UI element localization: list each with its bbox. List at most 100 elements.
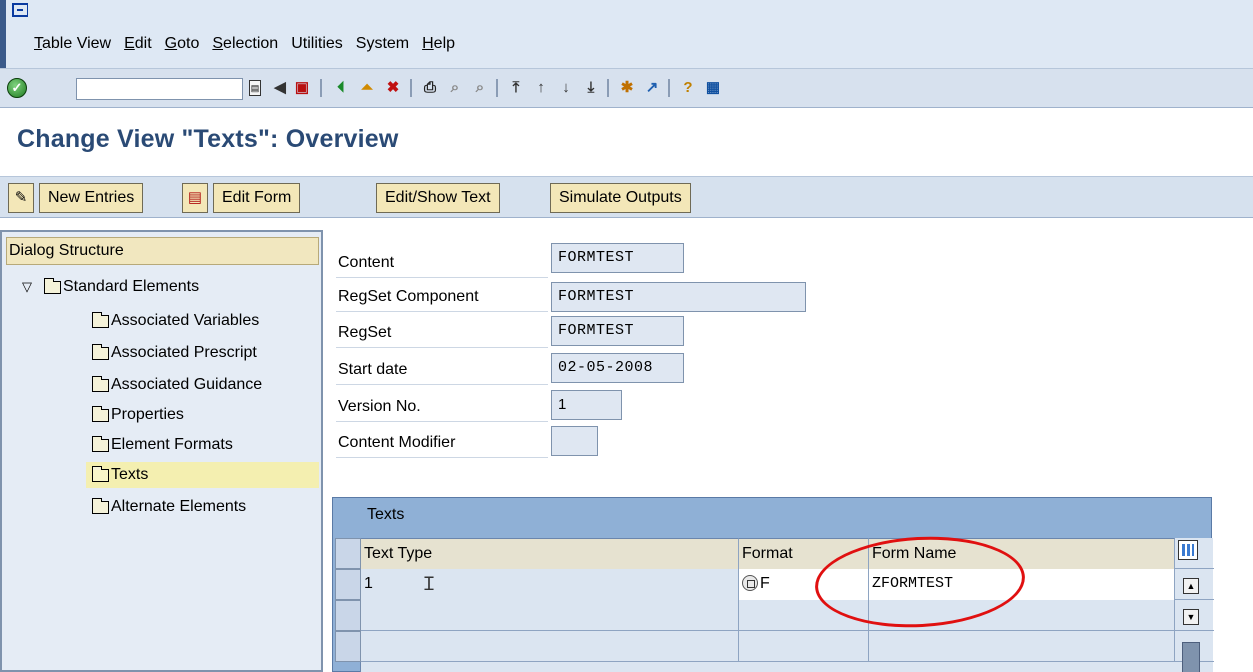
start-date-label: Start date: [336, 355, 548, 385]
text-type-cell[interactable]: 1: [361, 569, 739, 600]
tree-node-element-formats[interactable]: Element Formats: [92, 432, 233, 458]
tree-node-texts[interactable]: Texts: [86, 462, 319, 488]
menu-goto[interactable]: Goto: [165, 35, 209, 53]
row-selector[interactable]: [335, 631, 361, 662]
text-cursor-icon: Ｉ: [420, 574, 438, 594]
tree-node-label: Texts: [111, 466, 149, 483]
regset-component-field: FORMTEST: [551, 282, 806, 312]
tree-node-label: Properties: [111, 406, 184, 423]
shortcut-icon[interactable]: ↗: [642, 78, 662, 98]
format-value: F: [760, 575, 770, 592]
vertical-scrollbar[interactable]: [1182, 642, 1200, 672]
column-header-format[interactable]: Format: [739, 538, 869, 569]
scroll-up-icon[interactable]: ▲: [1183, 578, 1199, 594]
table-row: [335, 631, 1214, 662]
system-menu-icon[interactable]: [12, 3, 28, 17]
application-toolbar: ✎ New Entries ▤ Edit Form Edit/Show Text…: [0, 176, 1253, 218]
find-next-icon[interactable]: ⌕: [470, 78, 490, 98]
new-entries-button[interactable]: New Entries: [39, 183, 144, 213]
tree-node-label: Alternate Elements: [111, 498, 247, 515]
dialog-structure-header: Dialog Structure: [6, 237, 319, 265]
first-page-icon[interactable]: ⤒: [506, 78, 526, 98]
tree-node-label: Standard Elements: [63, 278, 200, 295]
next-page-icon[interactable]: ↓: [556, 78, 576, 98]
texts-table-control: Texts Text Type Format Form Name 1 F ZFO…: [332, 497, 1214, 672]
text-type-cell[interactable]: [361, 631, 739, 662]
menu-table-view[interactable]: Table View: [34, 35, 120, 53]
tree-node-associated-prescript[interactable]: Associated Prescript: [92, 340, 257, 366]
format-cell[interactable]: [739, 631, 869, 662]
back-arrow-icon[interactable]: ◀: [270, 78, 290, 98]
last-page-icon[interactable]: ⤓: [581, 78, 601, 98]
dialog-structure-panel: Dialog Structure ▽ Standard Elements Ass…: [0, 230, 323, 672]
tree-node-label: Associated Variables: [111, 312, 260, 329]
print-icon[interactable]: ⎙: [420, 78, 440, 98]
regset-field: FORMTEST: [551, 316, 684, 346]
format-help-icon[interactable]: [742, 574, 758, 591]
collapse-triangle-icon[interactable]: ▽: [22, 274, 36, 300]
command-field[interactable]: [76, 78, 243, 100]
menu-area: Table View Edit Goto Selection Utilities…: [0, 0, 1253, 68]
menu-bar: Table View Edit Goto Selection Utilities…: [34, 35, 468, 53]
folder-icon: [44, 277, 61, 294]
column-header-text-type[interactable]: Text Type: [361, 538, 739, 569]
edit-show-text-button[interactable]: Edit/Show Text: [376, 183, 500, 213]
content-field: FORMTEST: [551, 243, 684, 273]
form-name-cell[interactable]: ZFORMTEST: [869, 569, 1175, 600]
tree-node-associated-variables[interactable]: Associated Variables: [92, 308, 259, 334]
command-history-icon[interactable]: ▤: [249, 80, 261, 96]
content-label: Content: [336, 248, 548, 278]
version-no-label: Version No.: [336, 392, 548, 422]
tree-node-standard-elements[interactable]: ▽ Standard Elements: [22, 274, 199, 300]
select-all-selector[interactable]: [335, 538, 361, 569]
table-header-row: Text Type Format Form Name: [335, 538, 1214, 569]
menu-help[interactable]: Help: [422, 35, 464, 53]
exit-icon[interactable]: ⏶: [357, 78, 377, 98]
delete-icon[interactable]: ▤: [182, 183, 208, 213]
row-selector[interactable]: [335, 569, 361, 600]
display-change-icon[interactable]: ✎: [8, 183, 34, 213]
text-type-value: 1: [364, 575, 373, 592]
enter-check-icon[interactable]: ✓: [7, 78, 27, 98]
find-icon[interactable]: ⌕: [445, 78, 465, 98]
toolbar-separator: [607, 79, 609, 97]
toolbar-separator: [668, 79, 670, 97]
column-configuration-icon[interactable]: [1178, 540, 1198, 560]
menu-selection[interactable]: Selection: [212, 35, 287, 53]
scroll-down-icon[interactable]: ▼: [1183, 609, 1199, 625]
layout-menu-icon[interactable]: ▦: [703, 78, 723, 98]
form-name-cell[interactable]: [869, 600, 1175, 631]
version-no-field: 1: [551, 390, 622, 420]
tree-node-properties[interactable]: Properties: [92, 402, 184, 428]
previous-page-icon[interactable]: ↑: [531, 78, 551, 98]
toolbar-separator: [320, 79, 322, 97]
page-title: Change View "Texts": Overview: [17, 125, 399, 153]
tree-node-label: Associated Guidance: [111, 376, 263, 393]
regset-component-label: RegSet Component: [336, 282, 548, 312]
menu-edit[interactable]: Edit: [124, 35, 161, 53]
simulate-outputs-button[interactable]: Simulate Outputs: [550, 183, 691, 213]
form-name-cell[interactable]: [869, 631, 1175, 662]
menu-system[interactable]: System: [356, 35, 418, 53]
cancel-icon[interactable]: ✖: [383, 78, 403, 98]
menu-utilities[interactable]: Utilities: [291, 35, 352, 53]
folder-icon: [92, 435, 109, 452]
help-icon[interactable]: ?: [678, 78, 698, 98]
format-cell[interactable]: F: [739, 569, 869, 600]
table-row: [335, 600, 1214, 631]
tree-node-associated-guidance[interactable]: Associated Guidance: [92, 372, 262, 398]
folder-icon: [92, 405, 109, 422]
column-header-form-name[interactable]: Form Name: [869, 538, 1175, 569]
tree-node-alternate-elements[interactable]: Alternate Elements: [92, 494, 246, 520]
edit-form-button[interactable]: Edit Form: [213, 183, 301, 213]
save-icon[interactable]: ▣: [292, 78, 312, 98]
content-modifier-field[interactable]: [551, 426, 598, 456]
open-folder-icon: [92, 465, 109, 482]
toolbar-separator: [496, 79, 498, 97]
new-session-icon[interactable]: ✱: [617, 78, 637, 98]
text-type-cell[interactable]: [361, 600, 739, 631]
folder-icon: [92, 497, 109, 514]
back-icon[interactable]: ⏴: [331, 78, 351, 98]
row-selector[interactable]: [335, 600, 361, 631]
format-cell[interactable]: [739, 600, 869, 631]
